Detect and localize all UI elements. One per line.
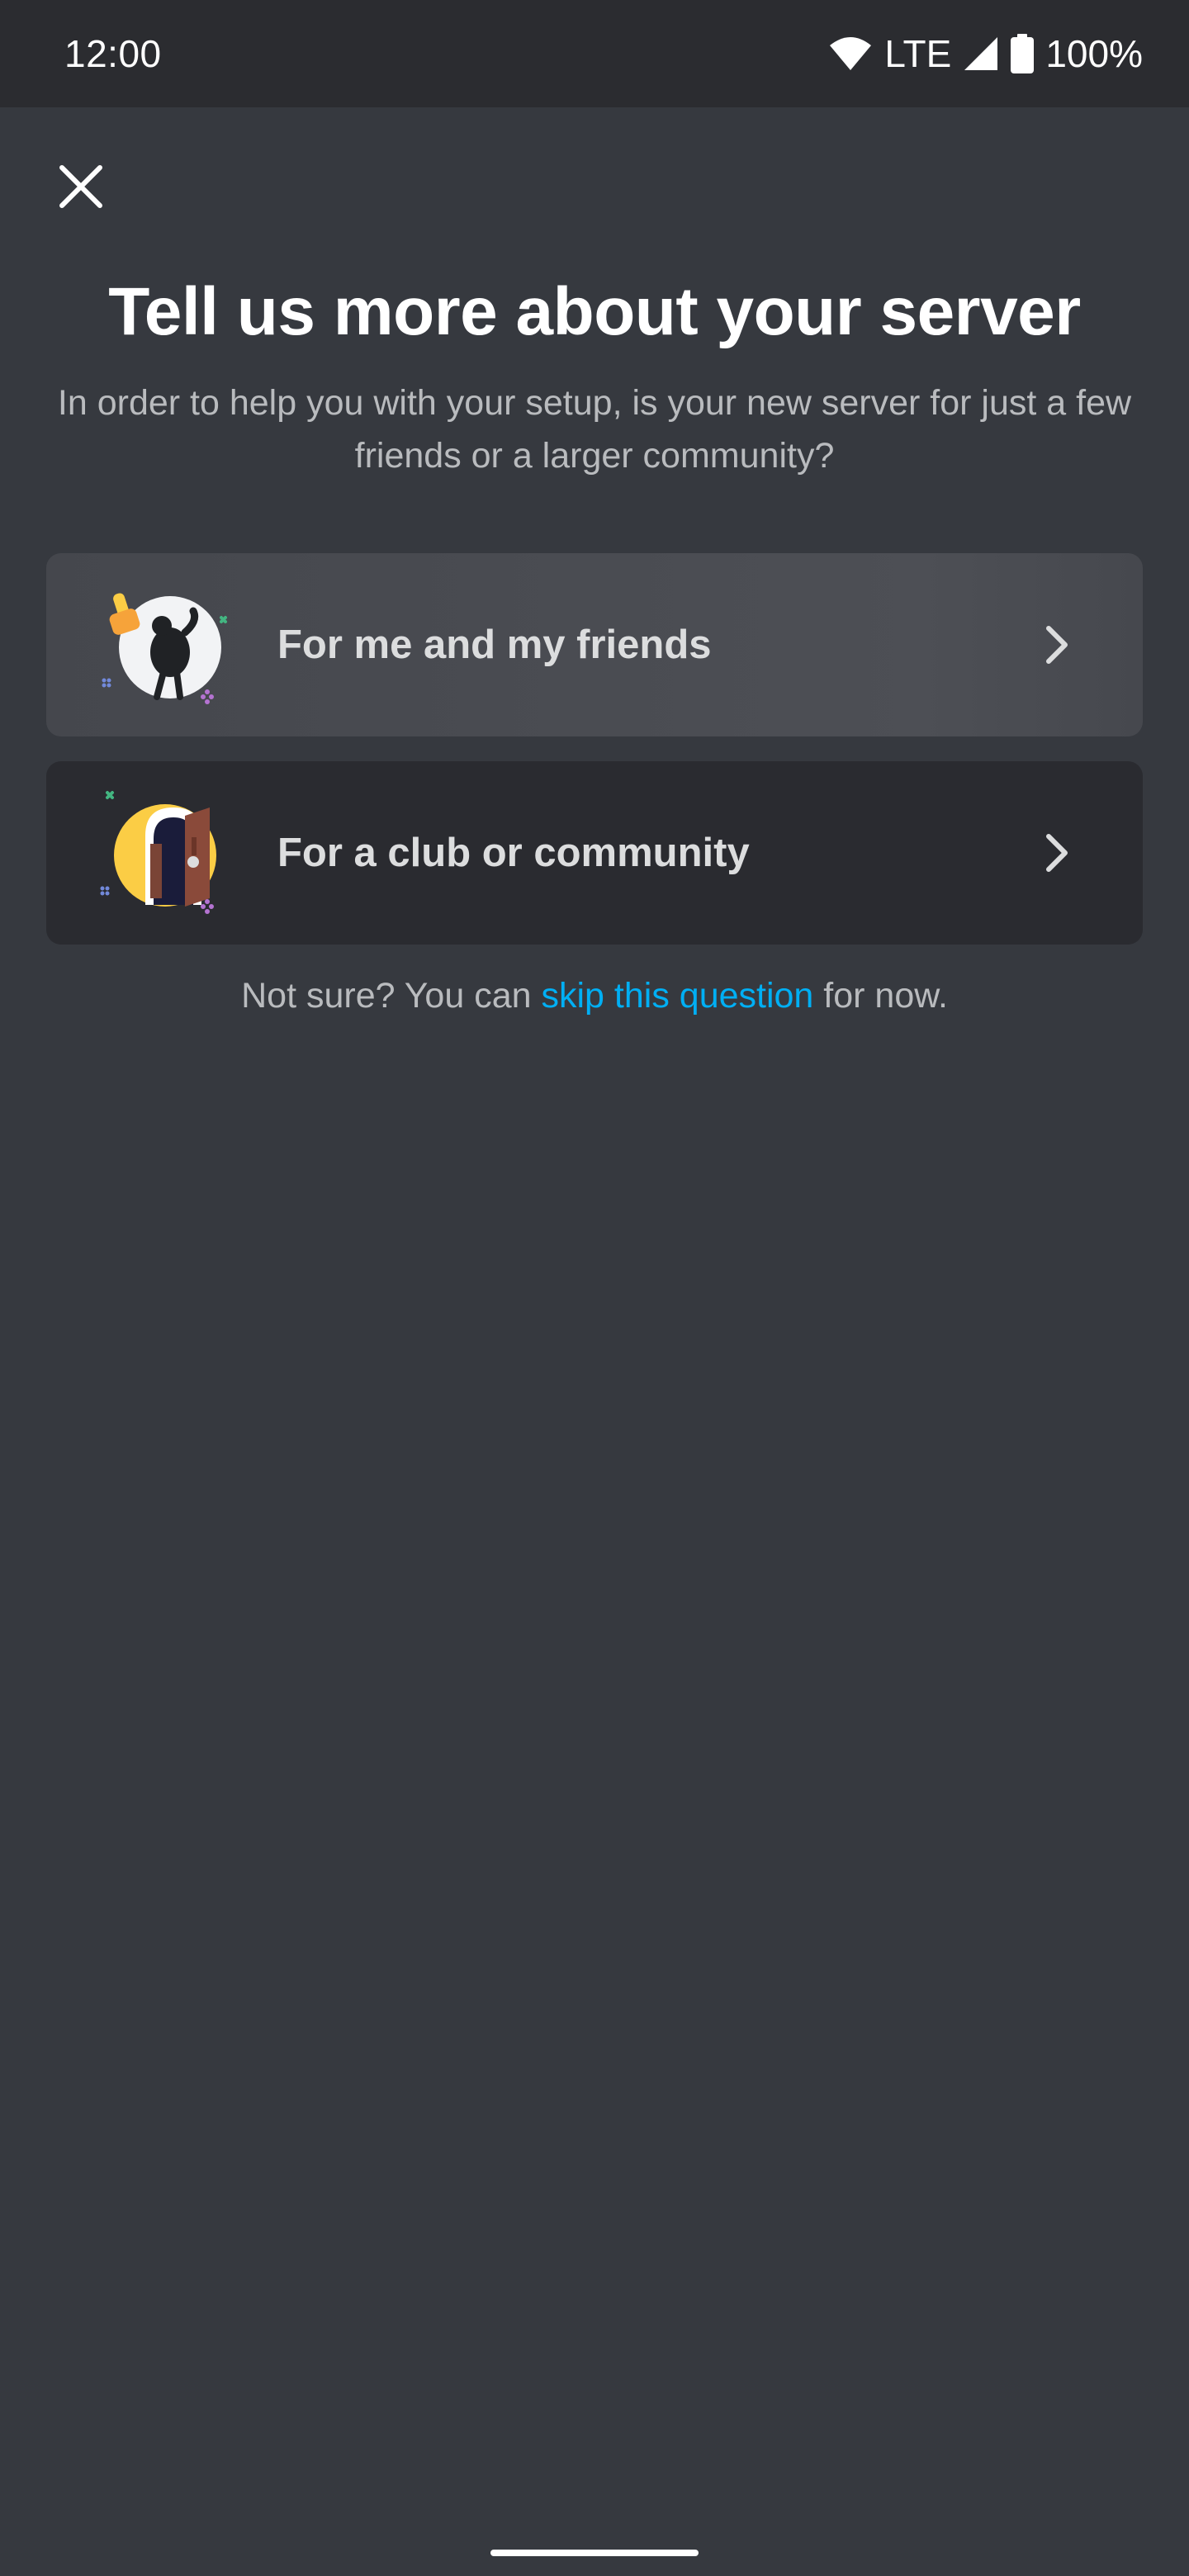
- cell-signal-icon: [963, 36, 999, 72]
- status-bar: 12:00 LTE 100%: [0, 0, 1189, 107]
- page-title: Tell us more about your server: [108, 274, 1081, 349]
- option-community-button[interactable]: For a club or community: [46, 761, 1143, 945]
- skip-note-prefix: Not sure? You can: [241, 976, 542, 1016]
- option-community-label: For a club or community: [277, 831, 750, 875]
- page-subtitle: In order to help you with your setup, is…: [57, 383, 1132, 476]
- home-indicator[interactable]: [490, 2550, 699, 2556]
- option-friends-button[interactable]: For me and my friends: [46, 553, 1143, 736]
- battery-icon: [1011, 34, 1035, 73]
- create-server-screen: 12:00 LTE 100% Tell us more about your s…: [0, 0, 1189, 2576]
- status-time: 12:00: [64, 32, 162, 75]
- wifi-icon: [828, 36, 873, 72]
- skip-note-suffix: for now.: [813, 976, 948, 1016]
- close-icon: [59, 164, 103, 213]
- option-friends-label: For me and my friends: [277, 623, 712, 667]
- close-button[interactable]: [48, 155, 114, 221]
- network-type: LTE: [884, 32, 952, 75]
- battery-level: 100%: [1045, 32, 1143, 75]
- chevron-right-icon: [1032, 620, 1082, 670]
- friends-illustration: [99, 575, 239, 715]
- status-indicators: LTE 100%: [828, 30, 1143, 78]
- skip-question-link[interactable]: skip this question: [542, 976, 814, 1016]
- community-door-illustration: [99, 783, 239, 923]
- skip-note: Not sure? You can skip this question for…: [0, 971, 1189, 1020]
- chevron-right-icon: [1032, 828, 1082, 878]
